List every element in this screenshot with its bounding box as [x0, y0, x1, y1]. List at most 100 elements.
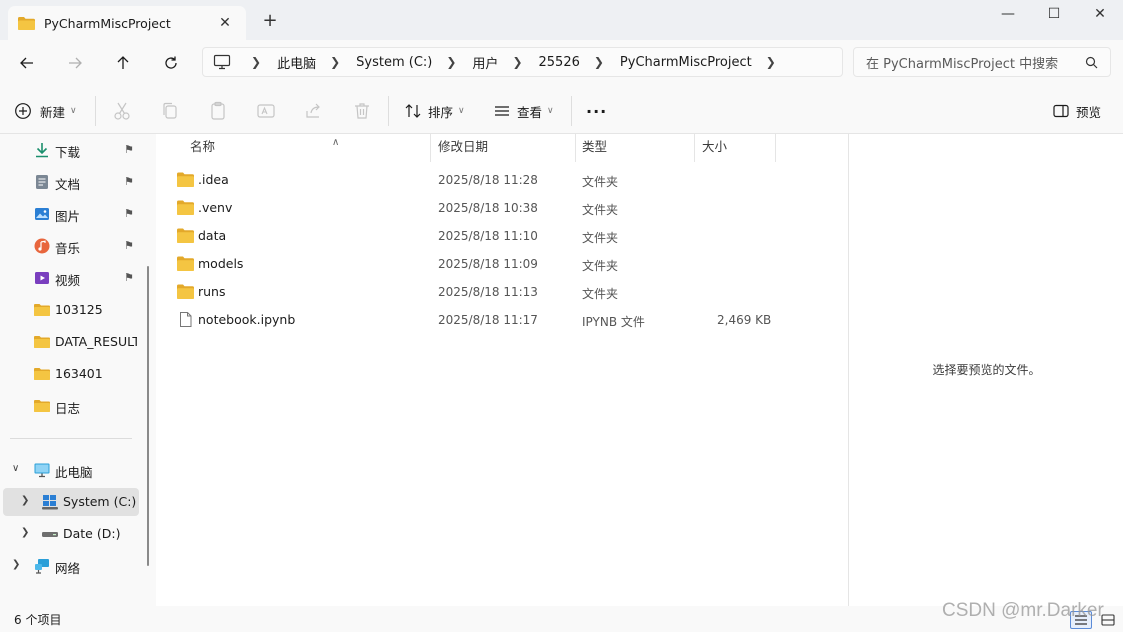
- chevron-right-icon[interactable]: ❯: [21, 527, 29, 538]
- breadcrumb-users[interactable]: 用户 ❯: [472, 53, 538, 72]
- folder-icon: [177, 284, 194, 299]
- close-window-button[interactable]: ✕: [1077, 0, 1123, 30]
- chevron-right-icon[interactable]: ❯: [12, 559, 20, 570]
- network-icon: [35, 559, 49, 574]
- sidebar-item-drive-c[interactable]: ❯ System (C:): [3, 488, 139, 516]
- sort-button[interactable]: 排序 ∨: [404, 98, 465, 124]
- sidebar-item-data-result[interactable]: DATA_RESULT: [0, 328, 140, 356]
- chevron-right-icon[interactable]: ❯: [330, 55, 340, 69]
- chevron-right-icon[interactable]: ❯: [21, 495, 29, 506]
- new-tab-button[interactable]: +: [258, 10, 282, 34]
- sidebar-item-downloads[interactable]: 下载 ⚑: [0, 136, 140, 164]
- file-type: 文件夹: [582, 287, 619, 301]
- sidebar-item-103125[interactable]: 103125: [0, 296, 140, 324]
- plus-circle-icon: [15, 103, 31, 119]
- sidebar-divider: [10, 438, 132, 439]
- file-name: .idea: [198, 172, 229, 187]
- breadcrumb-user[interactable]: 25526 ❯: [539, 55, 620, 70]
- chevron-right-icon[interactable]: ❯: [251, 55, 261, 69]
- sidebar-item-videos[interactable]: 视频 ⚑: [0, 264, 140, 292]
- file-row[interactable]: notebook.ipynb 2025/8/18 11:17 IPYNB 文件 …: [172, 306, 846, 334]
- breadcrumb-root[interactable]: ❯: [213, 54, 277, 70]
- chevron-down-icon: ∨: [458, 106, 465, 116]
- breadcrumb-drive-c[interactable]: System (C:) ❯: [356, 55, 472, 70]
- preview-pane-button[interactable]: 预览: [1053, 98, 1101, 124]
- file-modified: 2025/8/18 11:09: [438, 257, 538, 271]
- sidebar-item-163401[interactable]: 163401: [0, 360, 140, 388]
- search-input[interactable]: 在 PyCharmMiscProject 中搜索: [853, 47, 1111, 77]
- chevron-right-icon[interactable]: ❯: [766, 55, 776, 69]
- file-row[interactable]: runs 2025/8/18 11:13 文件夹: [172, 278, 846, 306]
- file-row[interactable]: models 2025/8/18 11:09 文件夹: [172, 250, 846, 278]
- column-header-size[interactable]: 大小: [696, 134, 776, 162]
- sidebar-item-network[interactable]: ❯ 网络: [0, 552, 140, 580]
- title-bar: PyCharmMiscProject ✕ + — ☐ ✕: [0, 0, 1123, 40]
- file-modified: 2025/8/18 10:38: [438, 201, 538, 215]
- file-type: 文件夹: [582, 175, 619, 189]
- new-button[interactable]: 新建 ∨: [14, 98, 77, 124]
- toolbar-divider: [388, 96, 389, 126]
- pin-icon[interactable]: ⚑: [124, 271, 134, 284]
- arrow-right-icon: [69, 57, 82, 69]
- preview-pane: 选择要预览的文件。: [848, 134, 1123, 606]
- file-type: IPYNB 文件: [582, 315, 645, 329]
- view-list-icon: [495, 106, 509, 116]
- address-bar[interactable]: ❯ 此电脑 ❯ System (C:) ❯ 用户 ❯ 25526 ❯ PyCharmMi…: [202, 47, 843, 77]
- maximize-button[interactable]: ☐: [1031, 0, 1077, 30]
- command-bar: 新建 ∨ 排序 ∨ 查看 ∨ ··· 预览: [0, 87, 1123, 134]
- arrow-left-icon: [20, 57, 33, 69]
- tab-active[interactable]: PyCharmMiscProject ✕: [8, 6, 246, 40]
- rename-button[interactable]: [254, 98, 278, 124]
- view-button[interactable]: 查看 ∨: [493, 98, 554, 124]
- folder-icon: [34, 400, 50, 412]
- chevron-down-icon[interactable]: ∨: [12, 463, 19, 474]
- back-button[interactable]: [12, 49, 42, 77]
- drive-icon: [42, 532, 58, 537]
- chevron-down-icon: ∨: [70, 106, 77, 116]
- navigation-bar: ❯ 此电脑 ❯ System (C:) ❯ 用户 ❯ 25526 ❯ PyCharmMi…: [0, 40, 1123, 87]
- file-row[interactable]: .venv 2025/8/18 10:38 文件夹: [172, 194, 846, 222]
- minimize-button[interactable]: —: [985, 0, 1031, 30]
- folder-icon: [34, 368, 50, 380]
- chevron-right-icon[interactable]: ❯: [446, 55, 456, 69]
- windows-drive-icon: [42, 495, 58, 510]
- refresh-button[interactable]: [156, 49, 186, 77]
- column-header-modified[interactable]: 修改日期: [432, 134, 576, 162]
- up-button[interactable]: [108, 49, 138, 77]
- share-button[interactable]: [302, 98, 326, 124]
- chevron-right-icon[interactable]: ❯: [512, 55, 522, 69]
- preview-message: 选择要预览的文件。: [932, 363, 1041, 377]
- pin-icon[interactable]: ⚑: [124, 175, 134, 188]
- cut-button[interactable]: [110, 98, 134, 124]
- sidebar-item-logs[interactable]: 日志: [0, 392, 140, 420]
- item-count: 6 个项目: [14, 613, 62, 627]
- sidebar-item-drive-d[interactable]: ❯ Date (D:): [0, 520, 140, 548]
- paste-button[interactable]: [206, 98, 230, 124]
- column-header-type[interactable]: 类型: [576, 134, 695, 162]
- sidebar-item-documents[interactable]: 文档 ⚑: [0, 168, 140, 196]
- delete-button[interactable]: [350, 98, 374, 124]
- tab-close-button[interactable]: ✕: [214, 15, 236, 31]
- forward-button[interactable]: [60, 49, 90, 77]
- sidebar-item-pictures[interactable]: 图片 ⚑: [0, 200, 140, 228]
- pin-icon[interactable]: ⚑: [124, 239, 134, 252]
- pin-icon[interactable]: ⚑: [124, 143, 134, 156]
- sidebar-item-this-pc[interactable]: ∨ 此电脑: [0, 456, 140, 484]
- file-modified: 2025/8/18 11:13: [438, 285, 538, 299]
- sidebar-scrollbar[interactable]: [147, 266, 149, 566]
- file-row[interactable]: data 2025/8/18 11:10 文件夹: [172, 222, 846, 250]
- file-row[interactable]: .idea 2025/8/18 11:28 文件夹: [172, 166, 846, 194]
- tab-title: PyCharmMiscProject: [44, 15, 171, 31]
- more-options-button[interactable]: ···: [586, 98, 607, 124]
- copy-button[interactable]: [158, 98, 182, 124]
- arrow-up-icon: [117, 56, 129, 69]
- chevron-right-icon[interactable]: ❯: [594, 55, 604, 69]
- folder-icon: [177, 172, 194, 187]
- breadcrumb-this-pc[interactable]: 此电脑 ❯: [277, 53, 356, 72]
- pin-icon[interactable]: ⚑: [124, 207, 134, 220]
- document-icon: [36, 175, 48, 189]
- file-name: notebook.ipynb: [198, 312, 296, 327]
- breadcrumb-project[interactable]: PyCharmMiscProject ❯: [620, 55, 792, 70]
- column-header-name[interactable]: 名称 ∧: [184, 134, 431, 162]
- sidebar-item-music[interactable]: 音乐 ⚑: [0, 232, 140, 260]
